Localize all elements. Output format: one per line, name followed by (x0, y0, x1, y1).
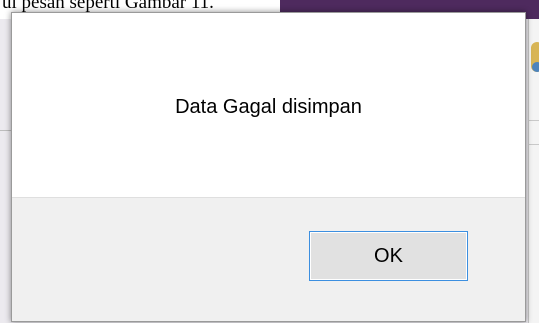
background-app-icon-dot (532, 62, 539, 72)
background-divider (528, 144, 539, 145)
dialog-footer: OK (12, 197, 525, 321)
background-divider (528, 120, 539, 121)
dialog-message: Data Gagal disimpan (175, 96, 362, 118)
alert-dialog: Data Gagal disimpan OK (11, 12, 526, 322)
background-divider (0, 130, 11, 131)
dialog-body: Data Gagal disimpan (12, 13, 525, 197)
screenshot-stage: ul pesan seperti Gambar 11. Data Gagal d… (0, 0, 539, 323)
ok-button[interactable]: OK (309, 231, 468, 281)
